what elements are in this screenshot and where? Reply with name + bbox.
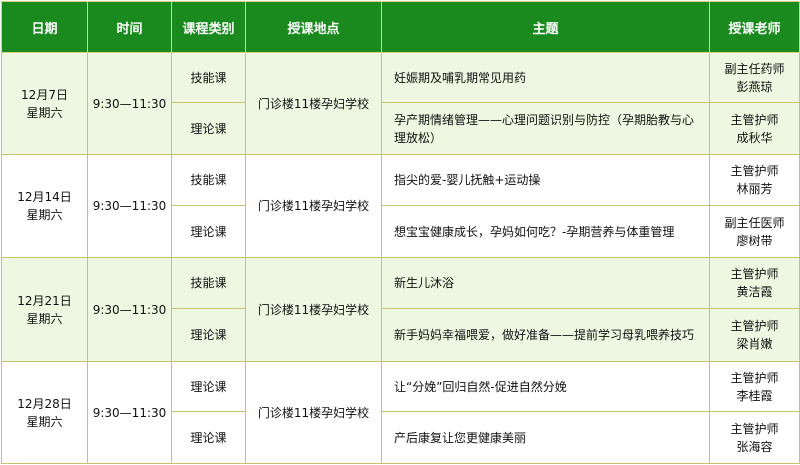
- time-cell: 9:30—11:30: [87, 361, 172, 464]
- teacher-cell: 主管护师 林丽芳: [709, 154, 800, 206]
- teacher-title: 副主任医师: [724, 215, 785, 230]
- topic-cell: 新手妈妈幸福喂爱，做好准备——提前学习母乳喂养技巧: [381, 308, 710, 362]
- teacher-title: 主管护师: [730, 267, 779, 281]
- schedule-page: 日期 时间 课程类别 授课地点 主题 授课老师 12月7日 星期六 9:30—1…: [0, 0, 800, 465]
- topic-cell: 让“分娩”回归自然-促进自然分娩: [381, 361, 710, 412]
- teacher-cell: 主管护师 黄洁霞: [709, 257, 800, 309]
- category-cell: 技能课: [171, 52, 246, 103]
- category-cell: 技能课: [171, 154, 246, 206]
- teacher-name: 张海容: [736, 439, 773, 454]
- date-cell: 12月21日 星期六: [1, 257, 88, 362]
- time-cell: 9:30—11:30: [87, 257, 172, 362]
- teacher-name: 彭燕琼: [736, 79, 773, 94]
- topic-cell: 新生儿沐浴: [381, 257, 710, 309]
- teacher-cell: 主管护师 成秋华: [709, 102, 800, 155]
- date-text: 12月21日: [17, 293, 72, 308]
- teacher-title: 主管护师: [730, 421, 779, 436]
- topic-cell: 指尖的爱-婴儿抚触+运动操: [381, 154, 710, 206]
- teacher-title: 主管护师: [730, 112, 779, 127]
- weekday-text: 星期六: [26, 311, 63, 326]
- category-cell: 理论课: [171, 102, 246, 155]
- table-row: 12月28日 星期六 9:30—11:30 理论课 门诊楼11楼孕妇学校 让“分…: [1, 361, 800, 464]
- weekday-text: 星期六: [26, 105, 63, 120]
- table-row: 12月7日 星期六 9:30—11:30 技能课 门诊楼11楼孕妇学校 妊娠期及…: [1, 52, 800, 155]
- teacher-title: 副主任药师: [724, 61, 785, 76]
- table-row: 12月21日 星期六 9:30—11:30 技能课 门诊楼11楼孕妇学校 新生儿…: [1, 257, 800, 362]
- date-text: 12月7日: [21, 87, 68, 102]
- location-cell: 门诊楼11楼孕妇学校: [245, 52, 382, 155]
- teacher-cell: 主管护师 梁肖嫩: [709, 308, 800, 362]
- topic-cell: 孕产期情绪管理——心理问题识别与防控（孕期胎教与心理放松）: [381, 102, 710, 155]
- teacher-cell: 主管护师 张海容: [709, 411, 800, 464]
- topic-cell: 想宝宝健康成长，孕妈如何吃？-孕期营养与体重管理: [381, 205, 710, 258]
- location-cell: 门诊楼11楼孕妇学校: [245, 361, 382, 464]
- date-cell: 12月14日 星期六: [1, 154, 88, 258]
- header-time: 时间: [87, 1, 172, 53]
- teacher-cell: 主管护师 李桂霞: [709, 361, 800, 412]
- time-cell: 9:30—11:30: [87, 154, 172, 258]
- topic-cell: 产后康复让您更健康美丽: [381, 411, 710, 464]
- teacher-name: 成秋华: [736, 130, 773, 145]
- teacher-cell: 副主任医师 廖树带: [709, 205, 800, 258]
- header-row: 日期 时间 课程类别 授课地点 主题 授课老师: [1, 1, 800, 53]
- category-cell: 理论课: [171, 205, 246, 258]
- header-topic: 主题: [381, 1, 710, 53]
- table-row: 12月14日 星期六 9:30—11:30 技能课 门诊楼11楼孕妇学校 指尖的…: [1, 154, 800, 258]
- header-teacher: 授课老师: [709, 1, 800, 53]
- teacher-cell: 副主任药师 彭燕琼: [709, 52, 800, 103]
- date-cell: 12月28日 星期六: [1, 361, 88, 464]
- category-cell: 理论课: [171, 361, 246, 412]
- date-text: 12月28日: [17, 396, 72, 411]
- category-cell: 技能课: [171, 257, 246, 309]
- teacher-title: 主管护师: [730, 319, 779, 333]
- course-schedule-table: 日期 时间 课程类别 授课地点 主题 授课老师 12月7日 星期六 9:30—1…: [1, 1, 800, 464]
- date-text: 12月14日: [17, 190, 72, 204]
- header-location: 授课地点: [245, 1, 382, 53]
- location-cell: 门诊楼11楼孕妇学校: [245, 154, 382, 258]
- weekday-text: 星期六: [26, 208, 63, 222]
- teacher-name: 廖树带: [736, 233, 773, 248]
- teacher-title: 主管护师: [730, 370, 779, 385]
- teacher-name: 梁肖嫩: [736, 337, 773, 351]
- location-cell: 门诊楼11楼孕妇学校: [245, 257, 382, 362]
- teacher-name: 李桂霞: [736, 388, 773, 403]
- time-cell: 9:30—11:30: [87, 52, 172, 155]
- weekday-text: 星期六: [26, 414, 63, 429]
- header-category: 课程类别: [171, 1, 246, 53]
- date-cell: 12月7日 星期六: [1, 52, 88, 155]
- category-cell: 理论课: [171, 411, 246, 464]
- teacher-title: 主管护师: [730, 164, 779, 178]
- topic-cell: 妊娠期及哺乳期常见用药: [381, 52, 710, 103]
- teacher-name: 黄洁霞: [736, 285, 773, 299]
- header-date: 日期: [1, 1, 88, 53]
- teacher-name: 林丽芳: [736, 182, 773, 196]
- category-cell: 理论课: [171, 308, 246, 362]
